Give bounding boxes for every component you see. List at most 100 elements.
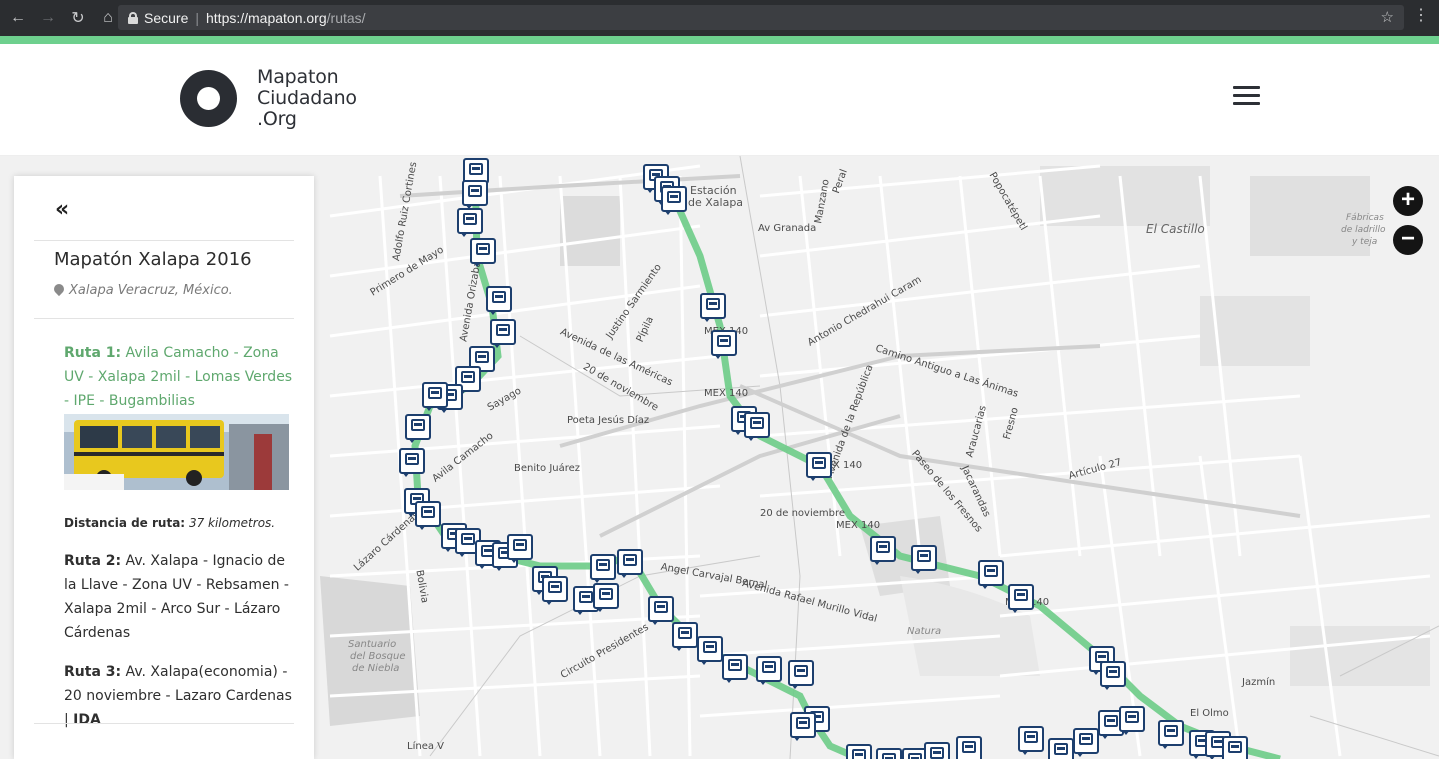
browser-toolbar: ← → ↻ ⌂ Secure | https://mapaton.org /ru… <box>0 0 1439 36</box>
forward-icon[interactable]: → <box>34 4 62 32</box>
bus-stop-marker-icon[interactable] <box>711 330 737 359</box>
bus-stop-marker-icon[interactable] <box>1018 726 1044 755</box>
route-1-name: Ruta 1: <box>64 345 122 361</box>
bus-stop-marker-icon[interactable] <box>1048 738 1074 759</box>
bus-stop-marker-icon[interactable] <box>756 656 782 685</box>
bus-stop-marker-icon[interactable] <box>806 452 832 481</box>
map-label-santuario-1: Santuario <box>348 639 397 650</box>
map-label-santuario-2: del Bosque <box>350 651 406 662</box>
distance-value: 37 kilometros. <box>188 516 276 530</box>
address-bar[interactable]: Secure | https://mapaton.org /rutas/ ☆ <box>118 5 1404 30</box>
route-1-photo <box>64 414 289 490</box>
accent-bar <box>0 36 1439 44</box>
bus-stop-marker-icon[interactable] <box>722 654 748 683</box>
map-label-el-olmo: El Olmo <box>1190 708 1229 719</box>
map-label-fabricas-3: y teja <box>1352 237 1378 247</box>
bus-stop-marker-icon[interactable] <box>1100 661 1126 690</box>
back-icon[interactable]: ← <box>4 4 32 32</box>
bus-stop-marker-icon[interactable] <box>978 560 1004 589</box>
location-text: Xalapa Veracruz, México. <box>69 283 233 298</box>
panel-divider-bottom <box>34 723 294 724</box>
bus-stop-marker-icon[interactable] <box>405 414 431 443</box>
bus-stop-marker-icon[interactable] <box>661 186 687 215</box>
bus-stop-marker-icon[interactable] <box>415 501 441 530</box>
map-label-mex140-2: MEX 140 <box>704 388 749 399</box>
bus-stop-marker-icon[interactable] <box>507 534 533 563</box>
map-label-fabricas-1: Fábricas <box>1346 213 1384 223</box>
bus-stop-marker-icon[interactable] <box>462 180 488 209</box>
bus-stop-marker-icon[interactable] <box>1158 720 1184 749</box>
map-label-de-xalapa: de Xalapa <box>688 196 744 209</box>
logo-line-2: Ciudadano <box>257 87 357 109</box>
url-path: /rutas/ <box>326 9 366 26</box>
bus-stop-marker-icon[interactable] <box>911 545 937 574</box>
map-label-poeta-jesus-diaz: Poeta Jesús Díaz <box>567 415 650 426</box>
bus-stop-marker-icon[interactable] <box>617 549 643 578</box>
url-host: https://mapaton.org <box>206 9 327 26</box>
route-1-distance: Distancia de ruta: 37 kilometros. <box>64 516 275 530</box>
map-label-fabricas-2: de ladrillo <box>1341 225 1386 235</box>
logo-icon[interactable] <box>180 70 237 127</box>
bus-stop-marker-icon[interactable] <box>1008 584 1034 613</box>
route-3-direction: IDA <box>73 712 101 728</box>
bus-stop-marker-icon[interactable] <box>399 448 425 477</box>
panel-divider-mid <box>34 318 294 319</box>
logo-text[interactable]: Mapaton Ciudadano .Org <box>257 67 357 130</box>
bus-stop-marker-icon[interactable] <box>648 596 674 625</box>
collapse-panel-button[interactable]: ‹‹ <box>55 197 69 222</box>
route-2-name: Ruta 2: <box>64 553 122 569</box>
map-label-mex140-4: MEX 140 <box>836 520 881 531</box>
map-label-av-granada: Av Granada <box>758 223 817 234</box>
bus-stop-marker-icon[interactable] <box>876 748 902 759</box>
map-label-jazmin: Jazmín <box>1242 677 1276 688</box>
secure-label: Secure <box>144 9 189 26</box>
panel-title: Mapatón Xalapa 2016 <box>54 249 252 270</box>
bus-stop-marker-icon[interactable] <box>593 583 619 612</box>
distance-label: Distancia de ruta: <box>64 516 186 530</box>
reload-icon[interactable]: ↻ <box>64 4 92 32</box>
route-2-link[interactable]: Ruta 2: Av. Xalapa - Ignacio de la Llave… <box>64 549 294 645</box>
route-3-link[interactable]: Ruta 3: Av. Xalapa(economia) - 20 noviem… <box>64 660 294 732</box>
route-1-link[interactable]: Ruta 1: Avila Camacho - Zona UV - Xalapa… <box>64 341 294 413</box>
bus-stop-marker-icon[interactable] <box>846 744 872 759</box>
zoom-out-button[interactable]: − <box>1393 225 1423 255</box>
map-label-santuario-3: de Niebla <box>352 663 400 674</box>
bus-stop-marker-icon[interactable] <box>697 636 723 665</box>
bus-stop-marker-icon[interactable] <box>457 208 483 237</box>
bus-stop-marker-icon[interactable] <box>422 382 448 411</box>
bus-stop-marker-icon[interactable] <box>1119 706 1145 735</box>
bus-stop-marker-icon[interactable] <box>700 293 726 322</box>
browser-menu-icon[interactable]: ⋮ <box>1413 8 1429 24</box>
route-panel: ‹‹ Mapatón Xalapa 2016 Xalapa Veracruz, … <box>14 176 314 759</box>
panel-divider-top <box>34 240 294 241</box>
map-label-linea-v: Línea V <box>407 741 444 752</box>
zoom-in-button[interactable]: + <box>1393 186 1423 216</box>
bus-stop-marker-icon[interactable] <box>924 742 950 759</box>
bus-stop-marker-icon[interactable] <box>542 576 568 605</box>
route-3-name: Ruta 3: <box>64 664 122 680</box>
bus-stop-marker-icon[interactable] <box>870 536 896 565</box>
panel-location: Xalapa Veracruz, México. <box>54 283 233 298</box>
map-label-benito-juarez: Benito Juárez <box>514 463 581 474</box>
bus-stop-marker-icon[interactable] <box>744 412 770 441</box>
bus-stop-marker-icon[interactable] <box>788 660 814 689</box>
hamburger-menu-icon[interactable] <box>1233 86 1260 106</box>
bus-stop-marker-icon[interactable] <box>486 286 512 315</box>
bookmark-star-icon[interactable]: ☆ <box>1381 8 1394 26</box>
bus-stop-marker-icon[interactable] <box>490 319 516 348</box>
lock-icon <box>128 11 138 24</box>
map-label-natura: Natura <box>907 626 942 637</box>
logo-line-3: .Org <box>257 108 297 130</box>
bus-stop-marker-icon[interactable] <box>470 238 496 267</box>
map-label-el-castillo: El Castillo <box>1146 222 1205 236</box>
bus-stop-marker-icon[interactable] <box>1073 728 1099 757</box>
site-header: Mapaton Ciudadano .Org <box>0 44 1439 156</box>
bus-stop-marker-icon[interactable] <box>672 622 698 651</box>
bus-stop-marker-icon[interactable] <box>790 712 816 741</box>
logo-line-1: Mapaton <box>257 66 339 88</box>
bus-stop-marker-icon[interactable] <box>956 736 982 759</box>
map-label-20-noviembre-2: 20 de noviembre <box>760 508 846 519</box>
bus-stop-marker-icon[interactable] <box>1222 736 1248 759</box>
bus-stop-marker-icon[interactable] <box>590 554 616 583</box>
url-separator: | <box>195 9 199 26</box>
